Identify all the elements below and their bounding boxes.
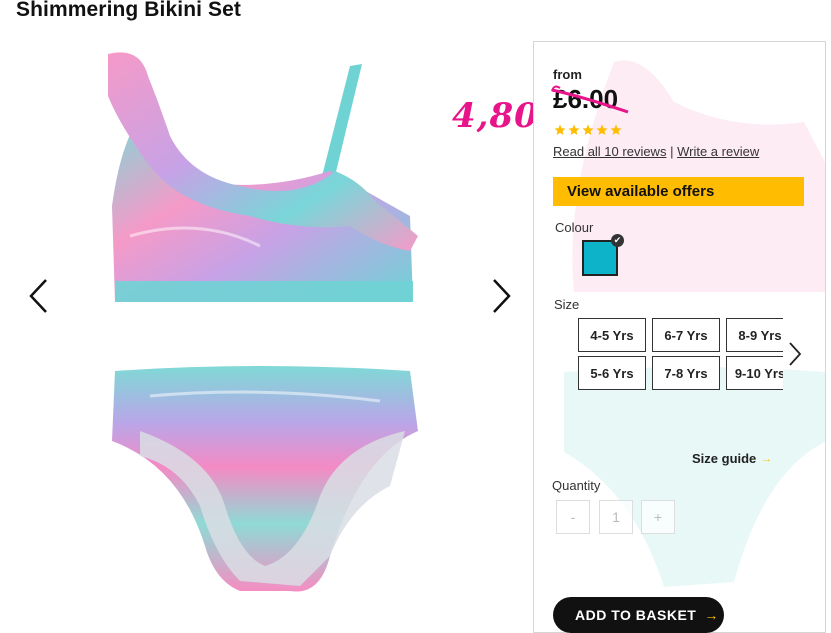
quantity-decrease-button[interactable]: - bbox=[556, 500, 590, 534]
product-image-gallery bbox=[0, 36, 530, 621]
size-option-8-9[interactable]: 8-9 Yrs bbox=[726, 318, 783, 352]
size-option-7-8[interactable]: 7-8 Yrs bbox=[652, 356, 720, 390]
size-scroll-next[interactable] bbox=[787, 340, 803, 368]
size-label: Size bbox=[554, 297, 580, 312]
view-offers-button[interactable]: View available offers bbox=[553, 177, 804, 206]
chevron-right-icon bbox=[789, 342, 802, 366]
size-guide-label: Size guide bbox=[692, 451, 757, 466]
size-option-9-10[interactable]: 9-10 Yrs bbox=[726, 356, 783, 390]
star-icon bbox=[610, 124, 622, 135]
write-review-link[interactable]: Write a review bbox=[677, 144, 759, 159]
prev-image-arrow[interactable] bbox=[24, 276, 54, 316]
product-title: Shimmering Bikini Set bbox=[16, 0, 241, 21]
review-separator: | bbox=[670, 144, 674, 159]
chevron-right-icon bbox=[493, 279, 511, 313]
arrow-right-icon: → bbox=[761, 452, 773, 465]
quantity-increase-button[interactable]: + bbox=[641, 500, 675, 534]
from-label: from bbox=[553, 67, 582, 82]
quantity-label: Quantity bbox=[552, 478, 601, 493]
bikini-product-image bbox=[108, 52, 418, 592]
size-options: 4-5 Yrs 6-7 Yrs 8-9 Yrs 5-6 Yrs 7-8 Yrs … bbox=[578, 317, 783, 397]
star-icon bbox=[582, 124, 594, 135]
quantity-input[interactable]: 1 bbox=[599, 500, 633, 534]
review-links: Read all 10 reviews | Write a review bbox=[553, 144, 759, 159]
next-image-arrow[interactable] bbox=[486, 276, 516, 316]
read-reviews-link[interactable]: Read all 10 reviews bbox=[553, 144, 666, 159]
size-guide-link[interactable]: Size guide → bbox=[692, 451, 772, 466]
product-details-panel: from £6.00 Read all 10 reviews | Write a… bbox=[533, 41, 826, 633]
handwritten-price-annotation: 4,80 bbox=[452, 96, 539, 136]
selected-check-icon: ✔ bbox=[611, 234, 624, 247]
chevron-left-icon bbox=[29, 279, 47, 313]
size-option-5-6[interactable]: 5-6 Yrs bbox=[578, 356, 646, 390]
star-icon bbox=[596, 124, 608, 135]
colour-label: Colour bbox=[555, 220, 594, 235]
size-option-6-7[interactable]: 6-7 Yrs bbox=[652, 318, 720, 352]
rating-stars bbox=[554, 124, 622, 136]
star-icon bbox=[554, 124, 566, 135]
star-icon bbox=[568, 124, 580, 135]
add-to-basket-button[interactable]: ADD TO BASKET → bbox=[553, 597, 724, 633]
price: £6.00 bbox=[553, 84, 619, 114]
size-option-4-5[interactable]: 4-5 Yrs bbox=[578, 318, 646, 352]
